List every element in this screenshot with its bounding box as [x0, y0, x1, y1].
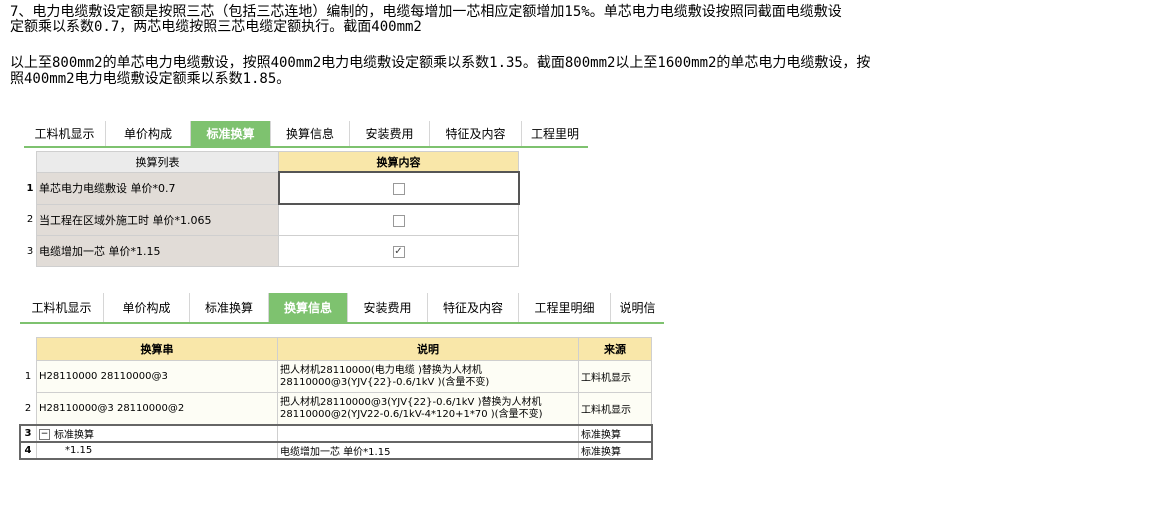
tab-description-info[interactable]: 说明信: [611, 293, 664, 322]
row-number: 3: [24, 427, 32, 439]
tab-installation-fee[interactable]: 安装费用: [350, 121, 430, 146]
conversion-checkbox-cell[interactable]: [277, 171, 520, 205]
conversion-name: 单芯电力电缆敷设 单价*0.7: [36, 171, 279, 205]
checkbox-unchecked[interactable]: [392, 182, 405, 195]
table-row[interactable]: 1 单芯电力电缆敷设 单价*0.7: [24, 171, 520, 205]
column-header-source: 来源: [578, 337, 652, 361]
tab-installation-fee[interactable]: 安装费用: [348, 293, 428, 322]
paragraph2-line2: 照400mm2电力电缆敷设定额乘以系数1.85。: [10, 71, 291, 87]
conversion-list-table: 换算列表 换算内容 1 单芯电力电缆敷设 单价*0.7 2 当工程在区域外施工时…: [24, 151, 520, 267]
conversion-string: *1.15: [36, 441, 278, 459]
collapse-icon[interactable]: −: [39, 429, 50, 440]
tab-bar-top: 工料机显示 单价构成 标准换算 换算信息 安装费用 特征及内容 工程里明: [24, 121, 588, 148]
description-cell: 电缆增加一芯 单价*1.15: [277, 441, 579, 459]
tab-unit-price-composition[interactable]: 单价构成: [104, 293, 190, 322]
source-cell: 标准换算: [578, 424, 652, 442]
table-row[interactable]: 2 当工程在区域外施工时 单价*1.065: [24, 203, 519, 236]
table-row[interactable]: 4 *1.15 电缆增加一芯 单价*1.15 标准换算: [19, 440, 653, 460]
tab-standard-conversion[interactable]: 标准换算: [191, 121, 271, 146]
table-header-row: 换算串 说明 来源: [20, 337, 652, 361]
description-line: 把人材机28110000(电力电缆 )替换为人材机: [280, 364, 482, 376]
source-cell: 工料机显示: [578, 360, 652, 393]
tab-features-content[interactable]: 特征及内容: [430, 121, 522, 146]
conversion-string: H28110000@3 28110000@2: [36, 392, 278, 425]
description-cell: 把人材机28110000(电力电缆 )替换为人材机 28110000@3(YJV…: [277, 360, 579, 393]
description-cell: [277, 424, 579, 442]
column-header-description: 说明: [277, 337, 579, 361]
tab-resource-display[interactable]: 工料机显示: [24, 121, 106, 146]
tab-conversion-info[interactable]: 换算信息: [271, 121, 350, 146]
conversion-name: 当工程在区域外施工时 单价*1.065: [36, 203, 279, 236]
table-row[interactable]: 2 H28110000@3 28110000@2 把人材机28110000@3(…: [20, 392, 652, 425]
row-number: 2: [24, 204, 37, 236]
checkbox-checked[interactable]: ✓: [392, 245, 405, 258]
tab-quantity-detail[interactable]: 工程里明: [522, 121, 588, 146]
conversion-checkbox-cell[interactable]: ✓: [278, 235, 519, 267]
tab-unit-price-composition[interactable]: 单价构成: [106, 121, 191, 146]
tab-quantity-detail[interactable]: 工程里明细: [519, 293, 611, 322]
conversion-name: 电缆增加一芯 单价*1.15: [36, 235, 279, 267]
table-row[interactable]: 1 H28110000 28110000@3 把人材机28110000(电力电缆…: [20, 360, 652, 393]
row-number: 1: [24, 172, 37, 204]
description-line: 把人材机28110000@3(YJV{22}-0.6/1kV )替换为人材机: [280, 396, 542, 408]
description-line: 28110000@2(YJV22-0.6/1kV-4*120+1*70 )(含量…: [280, 408, 543, 420]
group-cell[interactable]: − 标准换算: [36, 424, 278, 442]
description-line: 28110000@3(YJV{22}-0.6/1kV )(含量不变): [280, 376, 490, 388]
column-header-conversion-list: 换算列表: [36, 151, 279, 173]
group-label: 标准换算: [54, 429, 94, 441]
table-header-row: 换算列表 换算内容: [24, 151, 519, 173]
description-cell: 把人材机28110000@3(YJV{22}-0.6/1kV )替换为人材机 2…: [277, 392, 579, 425]
tab-resource-display[interactable]: 工料机显示: [20, 293, 104, 322]
conversion-string: H28110000 28110000@3: [36, 360, 278, 393]
tab-features-content[interactable]: 特征及内容: [428, 293, 519, 322]
paragraph1-line1: 7、电力电缆敷设定额是按照三芯（包括三芯连地）编制的，电缆每增加一芯相应定额增加…: [10, 4, 842, 20]
table-row[interactable]: 3 电缆增加一芯 单价*1.15 ✓: [24, 235, 519, 267]
paragraph2-line1: 以上至800mm2的单芯电力电缆敷设，按照400mm2电力电缆敷设定额乘以系数1…: [10, 55, 871, 71]
column-header-conversion-content: 换算内容: [278, 151, 519, 173]
tab-bar-bottom: 工料机显示 单价构成 标准换算 换算信息 安装费用 特征及内容 工程里明细 说明…: [20, 293, 664, 324]
checkbox-unchecked[interactable]: [392, 214, 405, 227]
tab-conversion-info[interactable]: 换算信息: [269, 293, 348, 322]
column-header-conversion-string: 换算串: [36, 337, 278, 361]
row-number: 1: [24, 371, 32, 382]
tab-standard-conversion[interactable]: 标准换算: [190, 293, 269, 322]
paragraph1-line2: 定额乘以系数0.7，两芯电缆按照三芯电缆定额执行。截面400mm2: [10, 19, 422, 35]
conversion-checkbox-cell[interactable]: [278, 203, 519, 236]
table-row-group[interactable]: 3 − 标准换算 标准换算: [19, 423, 653, 443]
row-number: 4: [24, 444, 32, 456]
source-cell: 工料机显示: [578, 392, 652, 425]
conversion-info-table: 换算串 说明 来源 1 H28110000 28110000@3 把人材机281…: [19, 337, 653, 460]
row-number: 2: [24, 403, 32, 414]
row-number: 3: [24, 235, 37, 267]
source-cell: 标准换算: [578, 441, 652, 459]
